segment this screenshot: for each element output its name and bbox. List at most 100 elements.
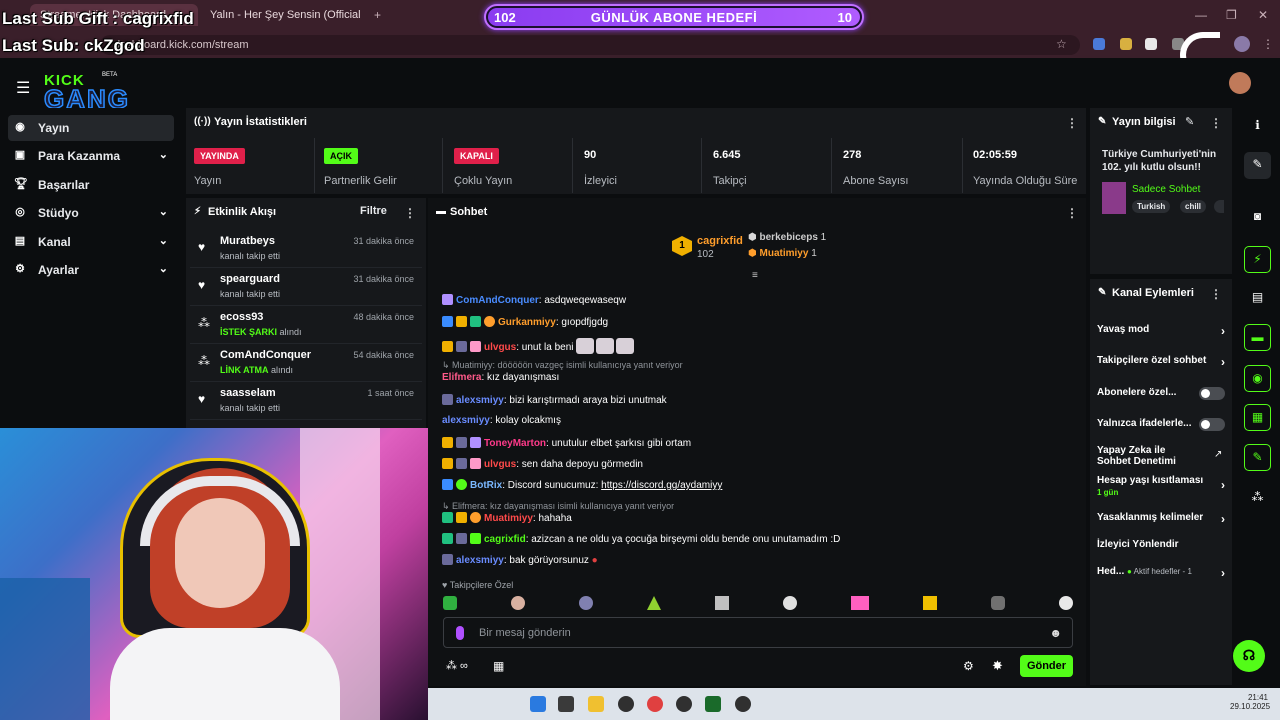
activity-user[interactable]: ComAndConquer — [220, 349, 311, 361]
subscribers-only-action[interactable]: Abonelere özel... — [1097, 387, 1225, 400]
points-icon[interactable]: ⁂ — [1244, 485, 1271, 512]
category-name[interactable]: Sadece Sohbet — [1132, 184, 1200, 195]
emoji-picker-icon[interactable]: ☻ — [1049, 626, 1062, 640]
channel-points-icon[interactable]: ⁂ ∞ — [446, 659, 468, 672]
emote-icon[interactable] — [1059, 596, 1073, 610]
mod-tools-icon[interactable]: ✸ — [992, 658, 1003, 674]
sidebar-item-para-kazanma[interactable]: ▣ Para Kazanma ⌄ — [8, 143, 174, 169]
chat-user[interactable]: cagrixfid — [484, 534, 526, 545]
activity-user[interactable]: saasselam — [220, 387, 276, 399]
app-icon[interactable] — [705, 696, 721, 712]
app-icon[interactable] — [735, 696, 751, 712]
banned-words-action[interactable]: Yasaklanmış kelimeler › — [1097, 512, 1225, 526]
bookmark-star-icon[interactable]: ☆ — [1056, 37, 1067, 51]
windows-start-icon[interactable] — [530, 696, 546, 712]
chat-message-input[interactable]: Bir mesaj gönderin ☻ — [443, 617, 1073, 648]
ai-moderation-action[interactable]: Yapay Zeka ile Sohbet Denetimi — [1097, 445, 1201, 467]
chat-user[interactable]: alexsmiyy — [442, 415, 490, 426]
emote-icon[interactable] — [511, 596, 525, 610]
emote-icon[interactable] — [647, 596, 661, 610]
new-tab-button[interactable]: + — [374, 8, 381, 22]
profile-avatar[interactable] — [1234, 36, 1250, 52]
chat-user[interactable]: ComAndConquer — [456, 295, 539, 306]
bolt-icon[interactable]: ⚡︎ — [1244, 246, 1271, 273]
emote-only-toggle[interactable] — [1199, 418, 1225, 431]
edit-icon[interactable]: ✎ — [1244, 152, 1271, 179]
channel-actions-menu-icon[interactable]: ⋮ — [1210, 287, 1222, 301]
chat-user[interactable]: ulvgus — [484, 342, 516, 353]
broadcast-icon[interactable]: ◉ — [1244, 365, 1271, 392]
activity-user[interactable]: ecoss93 — [220, 311, 263, 323]
close-icon[interactable]: ✕ — [1258, 8, 1268, 22]
document-icon[interactable]: ▤ — [1244, 285, 1271, 312]
chrome-icon[interactable] — [647, 696, 663, 712]
chat-user[interactable]: BotRix — [470, 480, 502, 491]
layout-icon[interactable]: ▦ — [1244, 404, 1271, 431]
top-gifter-name[interactable]: cagrixfid — [697, 235, 743, 247]
sidebar-item-studyo[interactable]: ◎ Stüdyo ⌄ — [8, 200, 174, 226]
emote-icon[interactable] — [783, 596, 797, 610]
chat-user[interactable]: alexsmiyy — [456, 555, 504, 566]
emote-icon[interactable] — [851, 596, 869, 610]
info-icon[interactable]: ℹ — [1244, 113, 1271, 140]
emote-icon[interactable] — [991, 596, 1005, 610]
camera-icon[interactable]: ◙ — [1244, 204, 1271, 231]
restore-icon[interactable]: ❐ — [1226, 8, 1237, 22]
gifter-name[interactable]: Muatimiyy — [760, 248, 809, 259]
emote-icon[interactable] — [579, 596, 593, 610]
taskbar-clock[interactable]: 21:41 29.10.2025 — [1230, 693, 1270, 711]
hamburger-menu-icon[interactable]: ☰ — [16, 78, 30, 98]
tag-pill[interactable]: chill — [1180, 200, 1207, 213]
tab-youtube[interactable]: Yalın - Her Şey Sensin (Official — [200, 4, 370, 26]
tag-pill-overflow[interactable] — [1214, 200, 1224, 213]
user-avatar[interactable] — [1229, 72, 1251, 94]
chat-user[interactable]: ToneyMarton — [484, 438, 546, 449]
gifter-name[interactable]: berkebiceps — [760, 232, 818, 243]
file-explorer-icon[interactable] — [588, 696, 604, 712]
sidebar-item-yayin[interactable]: ◉ Yayın — [8, 115, 174, 141]
stats-menu-icon[interactable]: ⋮ — [1066, 116, 1078, 130]
url-field[interactable]: dashboard.kick.com/stream — [100, 35, 1080, 55]
chat-menu-icon[interactable]: ⋮ — [1066, 206, 1078, 220]
chat-user[interactable]: Elifmera — [442, 372, 481, 383]
goals-action[interactable]: Hed... ● Aktif hedefler - 1 › — [1097, 566, 1225, 580]
chat-user[interactable]: ulvgus — [484, 459, 516, 470]
slow-mode-action[interactable]: Yavaş mod › — [1097, 324, 1225, 338]
sidebar-item-ayarlar[interactable]: ⚙ Ayarlar ⌄ — [8, 257, 174, 283]
support-headset-icon[interactable]: ☊ — [1233, 640, 1265, 672]
edit-pencil-icon[interactable]: ✎ — [1185, 115, 1194, 128]
activity-user[interactable]: Muratbeys — [220, 235, 275, 247]
extension-icon[interactable] — [1093, 38, 1105, 50]
chat-user[interactable]: alexsmiyy — [456, 395, 504, 406]
chat-user[interactable]: Gurkanmiyy — [498, 317, 556, 328]
wrench-icon[interactable]: ✎ — [1244, 444, 1271, 471]
chat-user[interactable]: Muatimiyy — [484, 513, 533, 524]
tag-pill[interactable]: Turkish — [1132, 200, 1171, 213]
sidebar-item-basarilar[interactable]: 🏆︎ Başarılar — [8, 172, 174, 198]
sidebar-item-kanal[interactable]: ▤ Kanal ⌄ — [8, 229, 174, 255]
extension-icon[interactable] — [1145, 38, 1157, 50]
activity-menu-icon[interactable]: ⋮ — [404, 206, 416, 220]
emote-only-action[interactable]: Yalnızca ifadelerle... — [1097, 418, 1225, 431]
emote-icon[interactable] — [715, 596, 729, 610]
host-action[interactable]: İzleyici Yönlendir — [1097, 539, 1225, 550]
category-thumbnail[interactable] — [1102, 182, 1126, 214]
extension-icon[interactable] — [1120, 38, 1132, 50]
emote-icon[interactable] — [923, 596, 937, 610]
store-icon[interactable]: ▦ — [493, 659, 504, 673]
followers-only-chat-action[interactable]: Takipçilere özel sohbet › — [1097, 355, 1225, 369]
send-button[interactable]: Gönder — [1020, 655, 1073, 677]
emote-icon[interactable] — [443, 596, 457, 610]
chat-settings-icon[interactable]: ⚙ — [963, 659, 974, 673]
browser-menu-icon[interactable]: ⋮ — [1262, 37, 1274, 51]
minimize-icon[interactable]: — — [1195, 8, 1207, 22]
filter-button[interactable]: Filtre — [360, 205, 387, 217]
activity-user[interactable]: spearguard — [220, 273, 280, 285]
app-icon[interactable] — [676, 696, 692, 712]
obs-icon[interactable] — [618, 696, 634, 712]
stream-info-menu-icon[interactable]: ⋮ — [1210, 116, 1222, 130]
task-view-icon[interactable] — [558, 696, 574, 712]
subscribers-only-toggle[interactable] — [1199, 387, 1225, 400]
mic-icon[interactable] — [456, 626, 464, 640]
chat-link[interactable]: https://discord.gg/aydamiyy — [601, 480, 722, 491]
